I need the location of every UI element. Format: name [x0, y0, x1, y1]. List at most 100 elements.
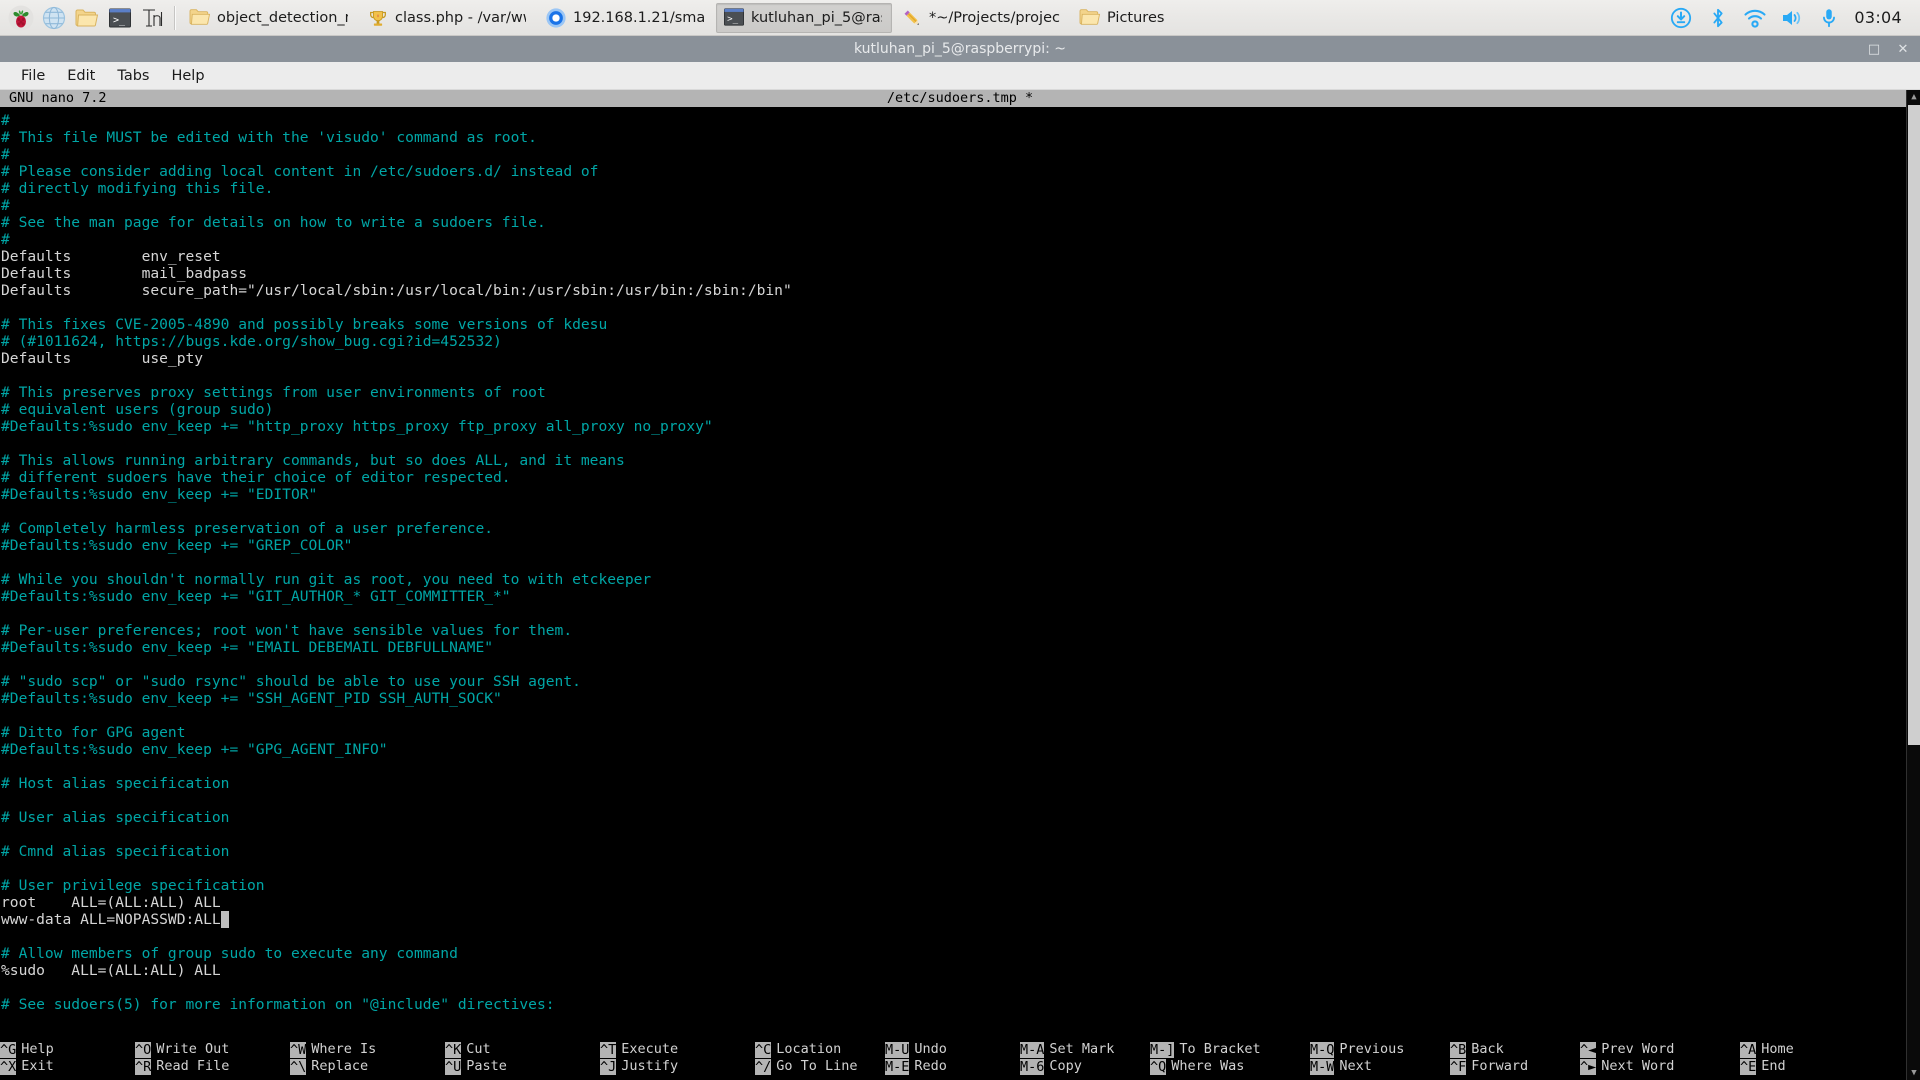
software-update-icon[interactable] [1669, 6, 1693, 30]
nano-shortcut[interactable]: ^E End [1740, 1058, 1900, 1075]
taskbar-window-projects-editor[interactable]: *~/Projects/project_.. [894, 3, 1070, 33]
menu-file[interactable]: File [10, 65, 56, 87]
nano-shortcut-key: M-] [1150, 1042, 1174, 1058]
scrollbar-thumb[interactable] [1908, 105, 1920, 745]
menu-help[interactable]: Help [160, 65, 215, 87]
nano-shortcut-label: Forward [1471, 1058, 1528, 1075]
nano-shortcut-label: Home [1761, 1041, 1794, 1058]
nano-shortcut[interactable]: M-W Next [1310, 1058, 1450, 1075]
nano-shortcut-key: ^C [755, 1042, 771, 1058]
editor-line: www-data ALL=NOPASSWD:ALL [1, 911, 1920, 928]
maximize-button[interactable]: □ [1867, 42, 1881, 56]
nano-shortcut[interactable]: ^/Go To Line [755, 1058, 885, 1075]
nano-shortcut[interactable]: M-U Undo [885, 1041, 1020, 1058]
nano-shortcut-label: Next [1339, 1058, 1372, 1075]
taskbar-separator [174, 6, 176, 30]
nano-shortcut-label: Exit [21, 1058, 54, 1075]
editor-line: # While you shouldn't normally run git a… [1, 571, 1920, 588]
taskbar-window-chromium[interactable]: 192.168.1.21/smart_.. [538, 3, 714, 33]
editor-line: #Defaults:%sudo env_keep += "GIT_AUTHOR_… [1, 588, 1920, 605]
nano-titlebar: GNU nano 7.2 /etc/sudoers.tmp * [0, 90, 1920, 107]
mousepad-trophy-icon [367, 7, 389, 29]
nano-shortcut-key: ^\ [290, 1059, 306, 1075]
wifi-icon[interactable] [1743, 6, 1767, 30]
editor-line: #Defaults:%sudo env_keep += "EMAIL DEBEM… [1, 639, 1920, 656]
nano-shortcut[interactable]: ^Q Where Was [1150, 1058, 1310, 1075]
microphone-icon[interactable] [1817, 6, 1841, 30]
nano-shortcut[interactable]: ^K Cut [445, 1041, 600, 1058]
nano-shortcut[interactable]: ^C Location [755, 1041, 885, 1058]
taskbar-window-pictures[interactable]: Pictures [1072, 3, 1174, 33]
close-button[interactable]: ✕ [1896, 42, 1910, 56]
bluetooth-icon[interactable] [1706, 6, 1730, 30]
nano-shortcut[interactable]: ^A Home [1740, 1041, 1900, 1058]
menu-edit[interactable]: Edit [56, 65, 106, 87]
taskbar: >_ object_detection_mo.. [0, 0, 1920, 36]
window-title: kutluhan_pi_5@raspberrypi: ~ [854, 41, 1066, 57]
taskbar-window-kutluhan-terminal[interactable]: >_ kutluhan_pi_5@rasp.. [716, 3, 892, 33]
editor-line [1, 979, 1920, 996]
nano-shortcut-row-2: ^X Exit ^R Read File ^\ Replace ^U Paste ^J Justi… [0, 1058, 1920, 1075]
taskbar-window-object-detection[interactable]: object_detection_mo.. [182, 3, 358, 33]
editor-line: root ALL=(ALL:ALL) ALL [1, 894, 1920, 911]
nano-shortcut[interactable]: ^O Write Out [135, 1041, 290, 1058]
editor-line: # This allows running arbitrary commands… [1, 452, 1920, 469]
nano-shortcut[interactable]: M-A Set Mark [1020, 1041, 1150, 1058]
terminal-icon[interactable]: >_ [105, 3, 135, 33]
nano-shortcut[interactable]: ^► Next Word [1580, 1058, 1740, 1075]
nano-shortcut-label: Write Out [156, 1041, 229, 1058]
nano-shortcut[interactable]: ^\ Replace [290, 1058, 445, 1075]
nano-shortcut[interactable]: ^W Where Is [290, 1041, 445, 1058]
nano-shortcut-label: Replace [311, 1058, 368, 1075]
nano-shortcut-label: Paste [466, 1058, 507, 1075]
nano-shortcut-label: Go To Line [776, 1058, 857, 1075]
nano-shortcut-key: M-A [1020, 1042, 1044, 1058]
nano-shortcut[interactable]: ^T Execute [600, 1041, 755, 1058]
taskbar-window-class-php[interactable]: class.php - /var/ww.. [360, 3, 536, 33]
editor-line: Defaults secure_path="/usr/local/sbin:/u… [1, 282, 1920, 299]
window-titlebar[interactable]: kutluhan_pi_5@raspberrypi: ~ ⱟ □ ✕ [0, 36, 1920, 62]
nano-shortcut[interactable]: ^X Exit [0, 1058, 135, 1075]
nano-shortcut[interactable]: ^G Help [0, 1041, 135, 1058]
editor-line [1, 367, 1920, 384]
nano-shortcut-label: End [1761, 1058, 1785, 1075]
nano-shortcut-key: ^W [290, 1042, 306, 1058]
editor-line [1, 707, 1920, 724]
editor-line: # Completely harmless preservation of a … [1, 520, 1920, 537]
nano-shortcut[interactable]: ^R Read File [135, 1058, 290, 1075]
minimize-button[interactable]: ⱟ [1838, 42, 1852, 56]
taskbar-window-label: object_detection_mo.. [217, 10, 348, 26]
pencil-editor-icon [901, 7, 923, 29]
nano-shortcut-key: M-6 [1020, 1059, 1044, 1075]
nano-shortcut[interactable]: M-6 Copy [1020, 1058, 1150, 1075]
nano-shortcut[interactable]: M-] To Bracket [1150, 1041, 1310, 1058]
nano-shortcut-label: Redo [914, 1058, 947, 1075]
nano-shortcut[interactable]: M-Q Previous [1310, 1041, 1450, 1058]
menubar: File Edit Tabs Help [0, 62, 1920, 90]
nano-shortcut[interactable]: M-E Redo [885, 1058, 1020, 1075]
nano-shortcut-label: To Bracket [1179, 1041, 1260, 1058]
nano-filename: /etc/sudoers.tmp * [887, 90, 1033, 107]
nano-editor-buffer[interactable]: # # This file MUST be edited with the 'vi… [0, 107, 1920, 1034]
folder-icon [189, 7, 211, 29]
thonny-icon[interactable] [138, 3, 168, 33]
clock[interactable]: 03:04 [1854, 8, 1902, 27]
editor-line: # [1, 231, 1920, 248]
terminal-scrollbar[interactable]: ▲ ▼ [1906, 90, 1920, 1080]
globe-browser-icon[interactable] [39, 3, 69, 33]
taskbar-window-label: Pictures [1107, 10, 1164, 26]
volume-icon[interactable] [1780, 6, 1804, 30]
raspberry-menu-icon[interactable] [6, 3, 36, 33]
editor-line: %sudo ALL=(ALL:ALL) ALL [1, 962, 1920, 979]
text-cursor [221, 911, 230, 928]
nano-shortcut[interactable]: ^J Justify [600, 1058, 755, 1075]
scroll-up-arrow[interactable]: ▲ [1907, 90, 1920, 104]
nano-shortcut[interactable]: ^U Paste [445, 1058, 600, 1075]
file-manager-icon[interactable] [72, 3, 102, 33]
nano-shortcut[interactable]: ^F Forward [1450, 1058, 1580, 1075]
terminal-content[interactable]: GNU nano 7.2 /etc/sudoers.tmp * # # This … [0, 90, 1920, 1080]
nano-shortcut[interactable]: ^B Back [1450, 1041, 1580, 1058]
scroll-down-arrow[interactable]: ▼ [1907, 1066, 1920, 1080]
menu-tabs[interactable]: Tabs [106, 65, 160, 87]
nano-shortcut[interactable]: ^◄ Prev Word [1580, 1041, 1740, 1058]
